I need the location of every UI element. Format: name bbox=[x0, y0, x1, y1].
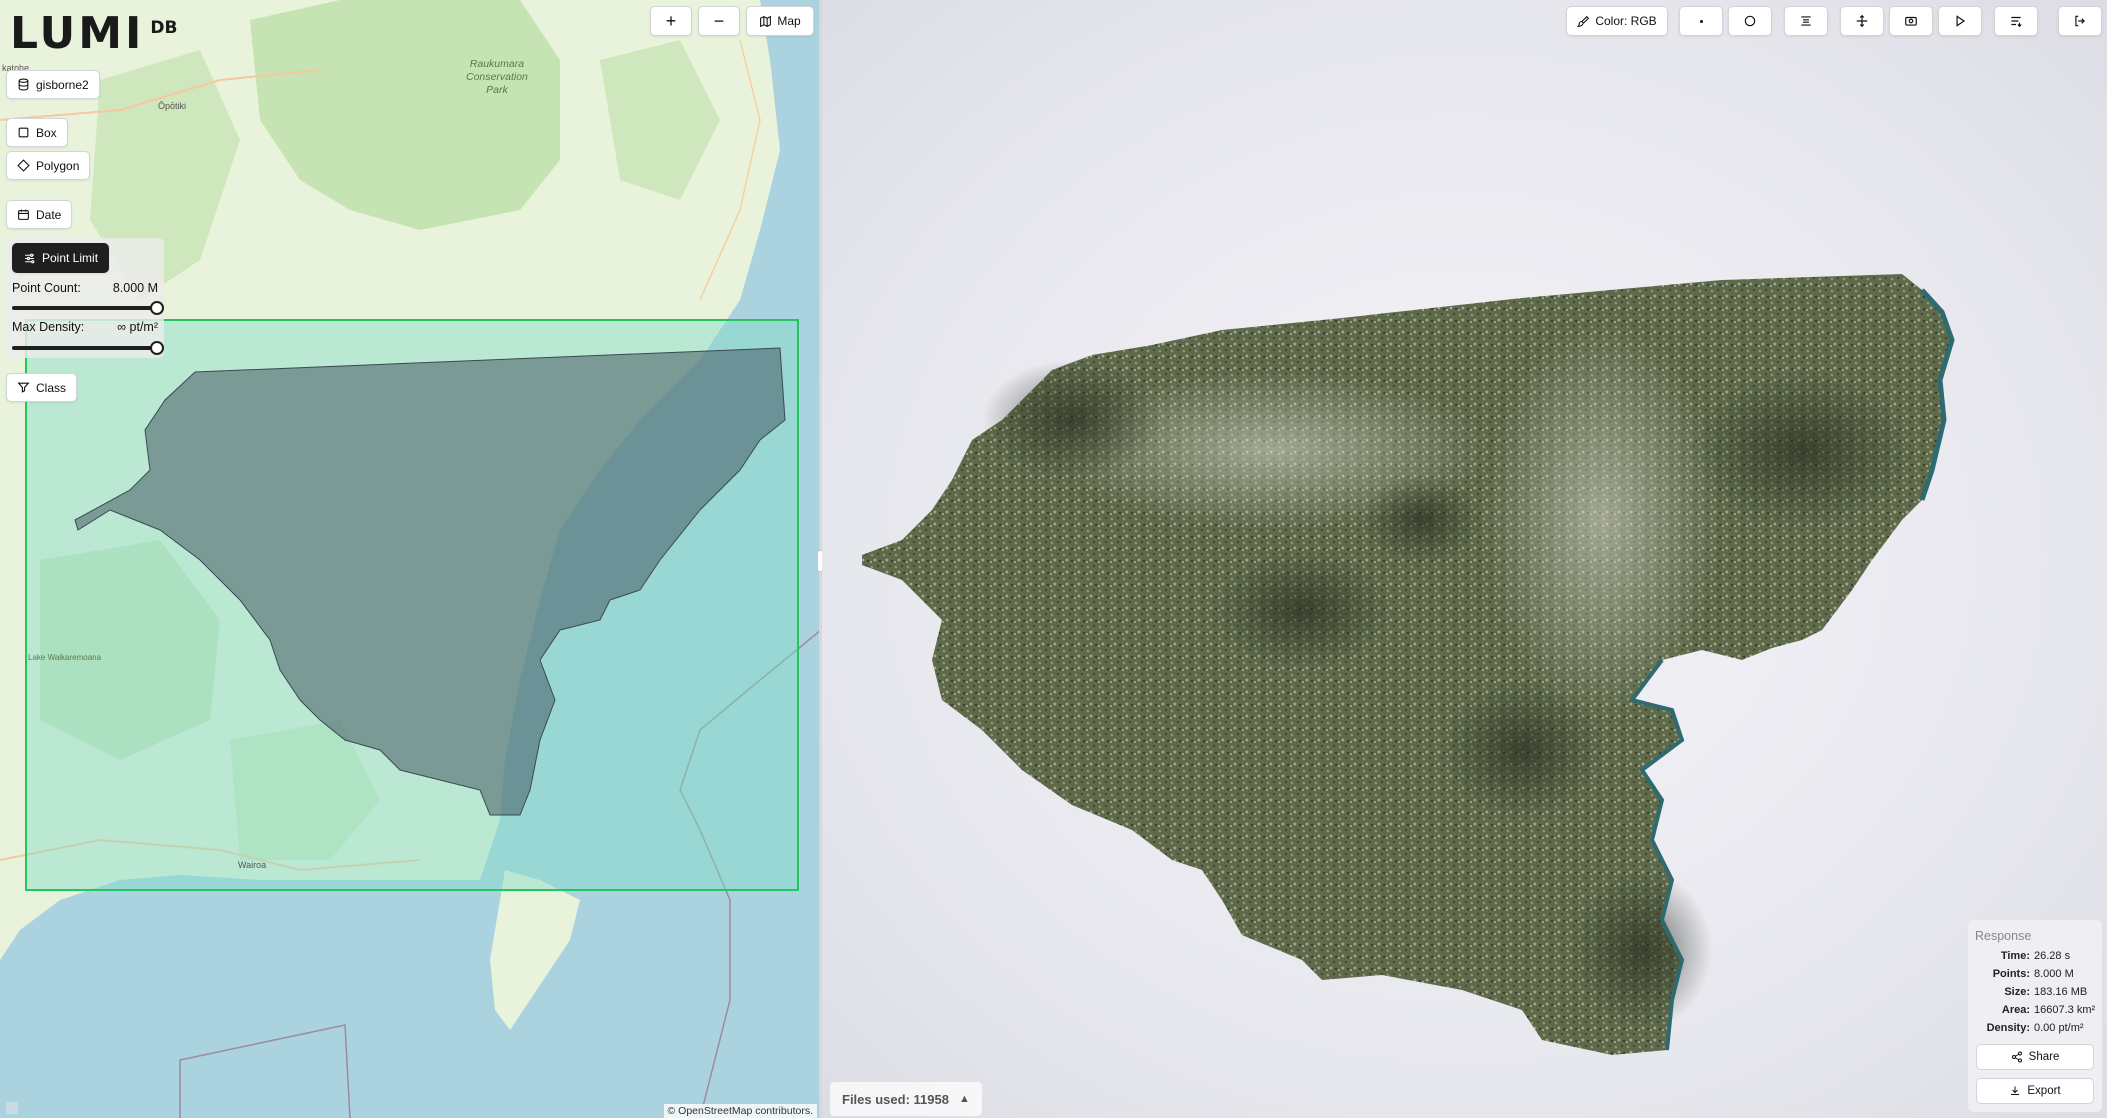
point-count-slider[interactable] bbox=[12, 301, 164, 315]
point-count-row: Point Count: 8.000 M bbox=[12, 281, 158, 295]
square-icon bbox=[18, 127, 29, 138]
response-key: Density: bbox=[1986, 1022, 2030, 1034]
map-corner-icon[interactable] bbox=[6, 1102, 18, 1114]
response-key: Area: bbox=[2001, 1004, 2030, 1016]
share-icon bbox=[2011, 1051, 2022, 1063]
response-value: 8.000 M bbox=[2034, 968, 2074, 980]
date-button[interactable]: Date bbox=[6, 200, 73, 229]
response-key: Points: bbox=[1992, 968, 2030, 980]
align-button[interactable] bbox=[1784, 6, 1828, 36]
list-button[interactable] bbox=[1994, 6, 2038, 36]
camera-swap-icon bbox=[1905, 16, 1917, 26]
map-style-label: Map bbox=[777, 14, 801, 28]
circle-button[interactable] bbox=[1728, 6, 1772, 36]
point-limit-button[interactable]: Point Limit bbox=[12, 243, 110, 273]
files-used-toggle[interactable]: Files used: 11958 ▲ bbox=[830, 1082, 982, 1116]
zoom-in-button[interactable]: + bbox=[650, 6, 692, 36]
share-label: Share bbox=[2028, 1051, 2060, 1063]
response-title: Response bbox=[1975, 929, 2032, 943]
max-density-label: Max Density: bbox=[12, 320, 85, 334]
response-value: 0.00 pt/m² bbox=[2034, 1022, 2084, 1034]
max-density-slider[interactable] bbox=[12, 341, 164, 355]
polygon-label: Polygon bbox=[36, 158, 80, 173]
point-size-icon bbox=[1699, 19, 1703, 23]
point-cloud-view[interactable] bbox=[822, 0, 2107, 1118]
logout-icon bbox=[2075, 15, 2085, 27]
map-label-opotiki: Ōpōtiki bbox=[158, 101, 187, 111]
diamond-icon bbox=[17, 159, 30, 172]
share-button[interactable]: Share bbox=[1976, 1044, 2094, 1070]
max-density-row: Max Density: ∞ pt/m² bbox=[12, 320, 158, 334]
slider-thumb[interactable] bbox=[150, 301, 164, 315]
map-label-park: Raukumara Conservation Park bbox=[466, 58, 528, 96]
point-limit-label: Point Limit bbox=[42, 251, 99, 265]
map-pane[interactable]: Raukumara Conservation Park Ōpōtiki katohe… bbox=[0, 0, 821, 1118]
orbit-icon bbox=[1856, 14, 1868, 28]
filter-icon bbox=[17, 382, 30, 393]
map-label-lake: Lake Waikaremoana bbox=[28, 653, 102, 662]
point-count-value: 8.000 M bbox=[112, 281, 158, 295]
minus-icon: − bbox=[713, 10, 725, 31]
peninsula bbox=[490, 870, 580, 1030]
camera-swap-button[interactable] bbox=[1889, 6, 1933, 36]
response-key: Size: bbox=[2004, 986, 2030, 998]
orbit-button[interactable] bbox=[1840, 6, 1884, 36]
download-icon bbox=[2011, 1086, 2020, 1095]
plus-icon: + bbox=[665, 10, 677, 31]
max-density-value: ∞ pt/m² bbox=[117, 320, 158, 334]
box-label: Box bbox=[36, 125, 57, 140]
dataset-label: gisborne2 bbox=[36, 77, 89, 92]
map-canvas[interactable] bbox=[0, 0, 821, 1118]
logo-sup: DB bbox=[150, 18, 178, 38]
export-label: Export bbox=[2027, 1085, 2061, 1097]
point-size-button[interactable] bbox=[1679, 6, 1723, 36]
calendar-icon bbox=[18, 209, 29, 220]
box-button[interactable]: Box bbox=[6, 118, 68, 147]
color-mode-button[interactable]: Color: RGB bbox=[1566, 6, 1668, 36]
logo-text: LUMI bbox=[10, 8, 145, 59]
slider-thumb[interactable] bbox=[150, 341, 164, 355]
point-count-label: Point Count: bbox=[12, 281, 81, 295]
export-button[interactable]: Export bbox=[1976, 1078, 2094, 1104]
app-logo: LUMI DB bbox=[10, 8, 178, 59]
dataset-button[interactable]: gisborne2 bbox=[6, 70, 100, 99]
align-icon bbox=[1801, 16, 1811, 26]
sliders-icon bbox=[25, 253, 35, 263]
polygon-button[interactable]: Polygon bbox=[6, 151, 91, 180]
response-key: Time: bbox=[2000, 950, 2030, 962]
circle-icon bbox=[1744, 15, 1756, 27]
class-button[interactable]: Class bbox=[6, 373, 78, 402]
map-label-wairoa: Wairoa bbox=[238, 860, 267, 870]
response-panel: Response Time: 26.28 s Points: 8.000 M S… bbox=[1968, 920, 2102, 1112]
response-value: 183.16 MB bbox=[2034, 986, 2088, 998]
response-value: 16607.3 km² bbox=[2034, 1004, 2096, 1016]
boundary-line bbox=[179, 1024, 351, 1118]
class-label: Class bbox=[36, 380, 67, 395]
play-button[interactable] bbox=[1938, 6, 1982, 36]
play-icon bbox=[1956, 15, 1966, 27]
date-label: Date bbox=[36, 207, 62, 222]
paint-brush-icon bbox=[1577, 15, 1590, 27]
map-icon bbox=[760, 15, 772, 27]
logout-button[interactable] bbox=[2058, 6, 2102, 36]
response-value: 26.28 s bbox=[2034, 950, 2071, 962]
map-attribution[interactable]: © OpenStreetMap contributors. bbox=[663, 1104, 817, 1118]
files-used-label: Files used: 11958 bbox=[842, 1091, 949, 1107]
list-icon bbox=[2011, 16, 2022, 28]
chevron-up-icon: ▲ bbox=[958, 1093, 970, 1105]
zoom-out-button[interactable]: − bbox=[698, 6, 740, 36]
database-icon bbox=[18, 78, 29, 91]
point-cloud-canvas[interactable] bbox=[822, 0, 2107, 1118]
point-cloud-surface[interactable] bbox=[862, 274, 1955, 1055]
map-style-button[interactable]: Map bbox=[746, 6, 814, 36]
color-mode-label: Color: RGB bbox=[1595, 14, 1657, 28]
